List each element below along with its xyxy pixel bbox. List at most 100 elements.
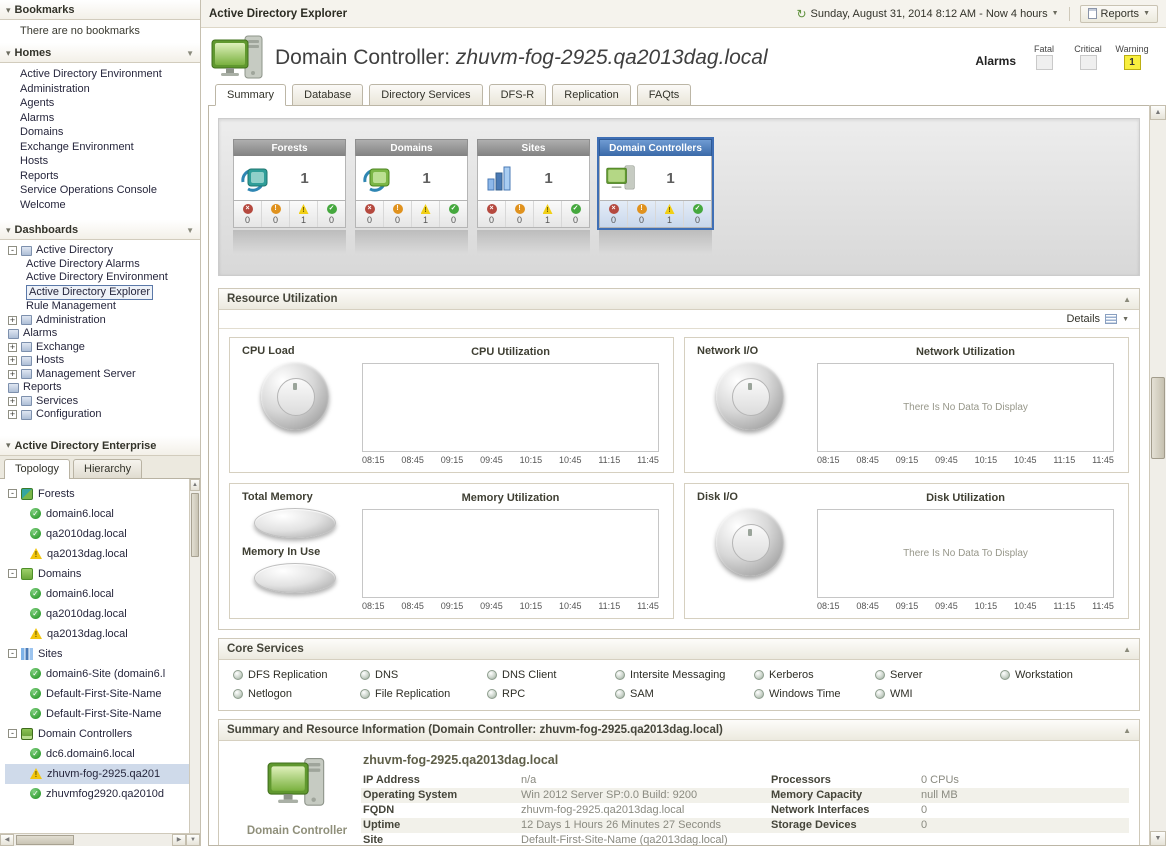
collapse-section-icon[interactable]	[1123, 295, 1131, 304]
tree-item[interactable]: qa2010dag.local	[5, 604, 189, 624]
normal-status-icon	[30, 748, 41, 759]
collapse-toggle-icon[interactable]	[8, 649, 17, 658]
expand-toggle-icon[interactable]	[8, 316, 17, 325]
tree-item-exchange[interactable]: Exchange	[0, 341, 200, 355]
collapse-toggle-icon[interactable]	[8, 489, 17, 498]
chevron-down-icon[interactable]	[186, 226, 194, 235]
collapse-toggle-icon[interactable]	[8, 729, 17, 738]
dashboards-section-header[interactable]: Dashboards	[0, 220, 200, 240]
scrollbar-thumb[interactable]	[191, 493, 199, 557]
tree-item[interactable]: domain6.local	[5, 584, 189, 604]
tree-item-reports[interactable]: Reports	[0, 381, 200, 395]
tree-item[interactable]: Active Directory Environment	[0, 271, 200, 285]
homes-item[interactable]: Exchange Environment	[0, 140, 200, 155]
tile-domains[interactable]: Domains 1 0 0	[355, 139, 468, 228]
tab-replication[interactable]: Replication	[552, 84, 630, 106]
tree-item[interactable]: qa2013dag.local	[5, 544, 189, 564]
tree-group-label: Domain Controllers	[38, 724, 132, 744]
tree-item[interactable]: domain6-Site (domain6.l	[5, 664, 189, 684]
tree-item[interactable]: dc6.domain6.local	[5, 744, 189, 764]
tree-item-label: Reports	[23, 381, 62, 395]
tree-item-alarms[interactable]: Alarms	[0, 327, 200, 341]
expand-toggle-icon[interactable]	[8, 410, 17, 419]
fatal-count-box[interactable]	[1036, 55, 1053, 70]
tile-domain-controllers[interactable]: Domain Controllers 1	[599, 139, 712, 228]
bookmarks-section-header[interactable]: Bookmarks	[0, 0, 200, 20]
tree-item-management-server[interactable]: Management Server	[0, 368, 200, 382]
tile-sites[interactable]: Sites 1 0 0	[477, 139, 590, 228]
scrollbar-thumb[interactable]	[16, 835, 74, 845]
critical-count-box[interactable]	[1080, 55, 1097, 70]
homes-section-header[interactable]: Homes	[0, 43, 200, 63]
scroll-left-arrow[interactable]: ◀	[0, 834, 14, 846]
entity-name: zhuvm-fog-2925.qa2013dag.local	[363, 753, 1129, 767]
scroll-up-arrow[interactable]: ▲	[1150, 105, 1166, 120]
tab-hierarchy[interactable]: Hierarchy	[73, 459, 142, 478]
homes-item[interactable]: Agents	[0, 96, 200, 111]
tree-item-active-directory-explorer[interactable]: Active Directory Explorer	[0, 285, 200, 301]
chevron-down-icon[interactable]	[186, 49, 194, 58]
tree-item[interactable]: qa2010dag.local	[5, 524, 189, 544]
collapse-section-icon[interactable]	[1123, 645, 1131, 654]
enterprise-section-header[interactable]: Active Directory Enterprise	[0, 436, 200, 456]
tab-faqts[interactable]: FAQts	[637, 84, 692, 106]
tree-item-hosts[interactable]: Hosts	[0, 354, 200, 368]
tab-directory-services[interactable]: Directory Services	[369, 84, 482, 106]
collapse-toggle-icon[interactable]	[8, 569, 17, 578]
homes-item[interactable]: Hosts	[0, 154, 200, 169]
tab-dfs-r[interactable]: DFS-R	[489, 84, 547, 106]
gauge-label: Memory In Use	[236, 546, 320, 558]
field-value	[921, 833, 1127, 846]
details-link[interactable]: Details	[1066, 313, 1100, 325]
homes-item[interactable]: Administration	[0, 82, 200, 97]
tile-forests[interactable]: Forests 1 0 0	[233, 139, 346, 228]
scroll-down-arrow[interactable]: ▼	[1150, 831, 1166, 846]
tab-database[interactable]: Database	[292, 84, 363, 106]
tree-item[interactable]: zhuvmfog2920.qa2010d	[5, 784, 189, 804]
tab-summary[interactable]: Summary	[215, 84, 286, 106]
homes-item[interactable]: Welcome	[0, 198, 200, 213]
scroll-down-arrow[interactable]: ▼	[186, 834, 200, 846]
tab-topology[interactable]: Topology	[4, 459, 70, 479]
warning-count-box[interactable]: 1	[1124, 55, 1141, 70]
main-vertical-scrollbar[interactable]: ▲ ▼	[1149, 105, 1166, 846]
tree-item[interactable]: Default-First-Site-Name	[5, 684, 189, 704]
tree-group-domain-controllers[interactable]: Domain Controllers	[5, 724, 189, 744]
expand-toggle-icon[interactable]	[8, 370, 17, 379]
time-range-control[interactable]: Sunday, August 31, 2014 8:12 AM - Now 4 …	[796, 7, 1058, 21]
collapse-toggle-icon[interactable]	[8, 246, 17, 255]
tree-item-selected[interactable]: zhuvm-fog-2925.qa201	[5, 764, 189, 784]
tree-group-sites[interactable]: Sites	[5, 644, 189, 664]
sidebar-horizontal-scrollbar[interactable]: ◀ ▶ ▼	[0, 833, 200, 846]
homes-item[interactable]: Alarms	[0, 111, 200, 126]
homes-item[interactable]: Reports	[0, 169, 200, 184]
expand-toggle-icon[interactable]	[8, 356, 17, 365]
tree-item-services[interactable]: Services	[0, 395, 200, 409]
tree-item-label: qa2010dag.local	[46, 604, 127, 624]
sidebar-tree-scrollbar[interactable]: ▲	[189, 479, 200, 834]
details-list-icon[interactable]	[1105, 314, 1117, 324]
tree-item[interactable]: qa2013dag.local	[5, 624, 189, 644]
reports-button[interactable]: Reports	[1080, 5, 1158, 23]
homes-item[interactable]: Domains	[0, 125, 200, 140]
homes-item[interactable]: Active Directory Environment	[0, 67, 200, 82]
tree-item[interactable]: Default-First-Site-Name	[5, 704, 189, 724]
field-value: 12 Days 1 Hours 26 Minutes 27 Seconds	[521, 818, 771, 833]
scroll-up-arrow[interactable]: ▲	[190, 479, 200, 491]
tree-group-domains[interactable]: Domains	[5, 564, 189, 584]
scrollbar-thumb[interactable]	[1151, 377, 1165, 459]
expand-toggle-icon[interactable]	[8, 343, 17, 352]
tree-item-active-directory[interactable]: Active Directory	[0, 244, 200, 258]
tree-item[interactable]: Rule Management	[0, 300, 200, 314]
tree-item[interactable]: Active Directory Alarms	[0, 258, 200, 272]
homes-item[interactable]: Service Operations Console	[0, 183, 200, 198]
collapse-section-icon[interactable]	[1123, 726, 1131, 735]
tree-item-administration[interactable]: Administration	[0, 314, 200, 328]
tree-item[interactable]: domain6.local	[5, 504, 189, 524]
chevron-down-icon[interactable]	[1122, 316, 1129, 323]
expand-toggle-icon[interactable]	[8, 397, 17, 406]
tree-group-forests[interactable]: Forests	[5, 484, 189, 504]
tree-item-configuration[interactable]: Configuration	[0, 408, 200, 422]
scroll-right-arrow[interactable]: ▶	[172, 834, 186, 846]
disk-io-gauge	[716, 508, 784, 576]
